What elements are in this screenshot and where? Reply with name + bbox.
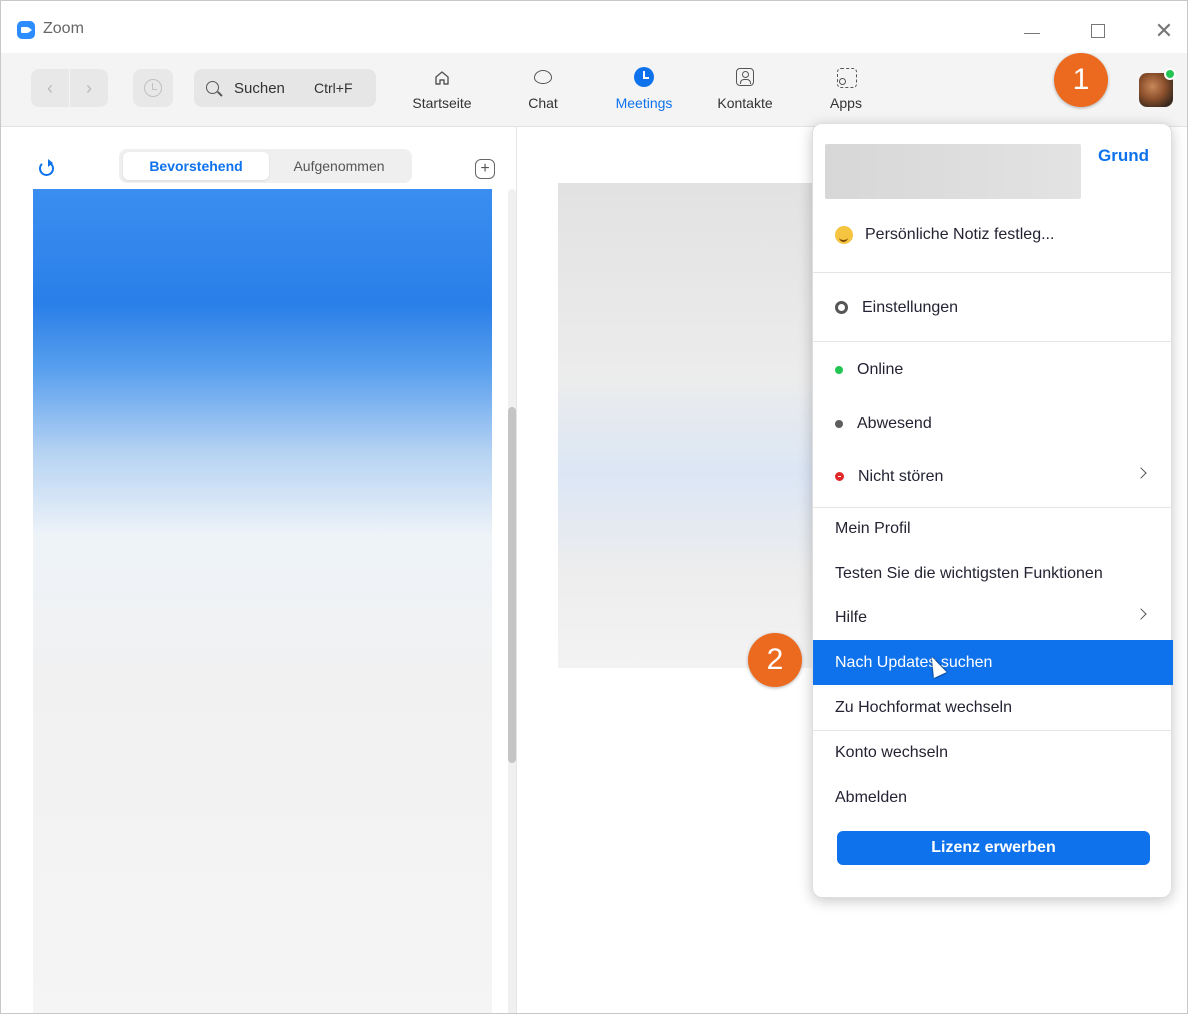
history-icon (144, 79, 162, 97)
contact-icon (734, 67, 756, 89)
back-button[interactable]: ‹ (31, 69, 69, 107)
smiley-icon (835, 225, 853, 244)
tab-apps-label: Apps (830, 95, 862, 111)
menu-item-test-features[interactable]: Testen Sie die wichtigsten Funktionen (813, 551, 1173, 596)
menu-item-check-updates[interactable]: Nach Updates suchen (813, 640, 1173, 685)
chevron-right-icon (1135, 608, 1147, 620)
tab-meetings[interactable]: Meetings (599, 65, 689, 121)
add-meeting-icon[interactable]: + (475, 159, 495, 179)
profile-info-blurred (825, 144, 1081, 199)
close-button[interactable]: ✕ (1147, 15, 1181, 47)
tab-home-label: Startseite (412, 95, 472, 111)
online-dot-icon (835, 365, 843, 374)
menu-item-label: Hilfe (835, 608, 868, 626)
gear-icon (835, 301, 848, 314)
menu-item-label: Konto wechseln (835, 743, 948, 761)
menu-item-personal-note[interactable]: Persönliche Notiz festleg... (813, 212, 1173, 257)
menu-item-label: Nicht stören (858, 467, 944, 485)
profile-menu: Grund Persönliche Notiz festleg... Einst… (812, 123, 1173, 898)
tab-upcoming[interactable]: Bevorstehend (123, 152, 269, 180)
minimize-icon (1024, 32, 1040, 34)
buy-license-button[interactable]: Lizenz erwerben (837, 831, 1150, 865)
menu-item-sign-out[interactable]: Abmelden (813, 775, 1173, 820)
chevron-right-icon (1135, 467, 1147, 479)
menu-item-label: Testen Sie die wichtigsten Funktionen (835, 564, 1103, 582)
window-title: Zoom (43, 20, 84, 37)
close-icon: ✕ (1154, 18, 1174, 43)
scrollbar-thumb[interactable] (508, 407, 516, 763)
maximize-icon (1091, 24, 1105, 38)
zoom-logo-icon (17, 21, 35, 39)
search-button[interactable]: Suchen Ctrl+F (194, 69, 376, 107)
menu-divider (813, 272, 1173, 273)
search-label: Suchen (234, 80, 285, 97)
menu-item-do-not-disturb[interactable]: Nicht stören (813, 454, 1173, 499)
menu-item-label: Abmelden (835, 788, 908, 806)
menu-item-online[interactable]: Online (813, 347, 1173, 392)
tab-apps[interactable]: Apps (801, 65, 891, 121)
history-button[interactable] (133, 69, 173, 107)
menu-item-label: Online (857, 360, 904, 378)
menu-item-label: Einstellungen (862, 298, 959, 316)
apps-icon (835, 67, 857, 89)
maximize-button[interactable] (1081, 15, 1115, 47)
forward-button[interactable]: › (70, 69, 108, 107)
chevron-left-icon: ‹ (47, 77, 53, 98)
tab-chat-label: Chat (528, 95, 558, 111)
menu-item-settings[interactable]: Einstellungen (813, 285, 1173, 330)
do-not-disturb-icon (835, 472, 844, 481)
meeting-detail-blurred (558, 183, 818, 668)
away-dot-icon (835, 419, 843, 428)
menu-item-switch-account[interactable]: Konto wechseln (813, 730, 1173, 775)
refresh-icon[interactable] (39, 159, 54, 176)
menu-item-label: Mein Profil (835, 519, 911, 537)
menu-item-help[interactable]: Hilfe (813, 595, 1173, 640)
tab-contacts[interactable]: Kontakte (700, 65, 790, 121)
home-icon (431, 67, 453, 89)
tab-recorded[interactable]: Aufgenommen (269, 152, 409, 180)
chat-icon (532, 67, 554, 89)
menu-item-away[interactable]: Abwesend (813, 401, 1173, 446)
chevron-right-icon: › (86, 77, 92, 98)
menu-item-portrait-mode[interactable]: Zu Hochformat wechseln (813, 685, 1173, 730)
menu-item-label: Persönliche Notiz festleg... (865, 225, 1055, 243)
step-2-marker: 2 (748, 633, 802, 687)
online-status-dot (1164, 68, 1176, 80)
step-1-marker: 1 (1054, 53, 1108, 107)
menu-divider (813, 341, 1173, 342)
menu-item-label: Nach Updates suchen (835, 653, 993, 671)
tab-chat[interactable]: Chat (498, 65, 588, 121)
menu-item-my-profile[interactable]: Mein Profil (813, 506, 1173, 551)
search-icon (206, 81, 219, 94)
zoom-window: Zoom ✕ ‹ › Suchen Ctrl+F Startseite Chat… (0, 0, 1188, 1014)
menu-item-label: Zu Hochformat wechseln (835, 698, 1012, 716)
clock-icon (633, 67, 655, 89)
search-shortcut: Ctrl+F (314, 80, 353, 96)
title-bar: Zoom ✕ (1, 1, 1187, 53)
plan-label[interactable]: Grund (1098, 146, 1149, 166)
tab-home[interactable]: Startseite (397, 65, 487, 121)
main-toolbar: ‹ › Suchen Ctrl+F Startseite Chat Meetin… (1, 53, 1187, 127)
tab-contacts-label: Kontakte (717, 95, 773, 111)
meetings-tabs: Bevorstehend Aufgenommen (119, 149, 412, 183)
meetings-list-panel: Bevorstehend Aufgenommen + (1, 127, 517, 1013)
menu-item-label: Abwesend (857, 414, 932, 432)
minimize-button[interactable] (1015, 15, 1049, 47)
tab-meetings-label: Meetings (615, 95, 673, 111)
meeting-list-blurred (33, 189, 492, 1013)
